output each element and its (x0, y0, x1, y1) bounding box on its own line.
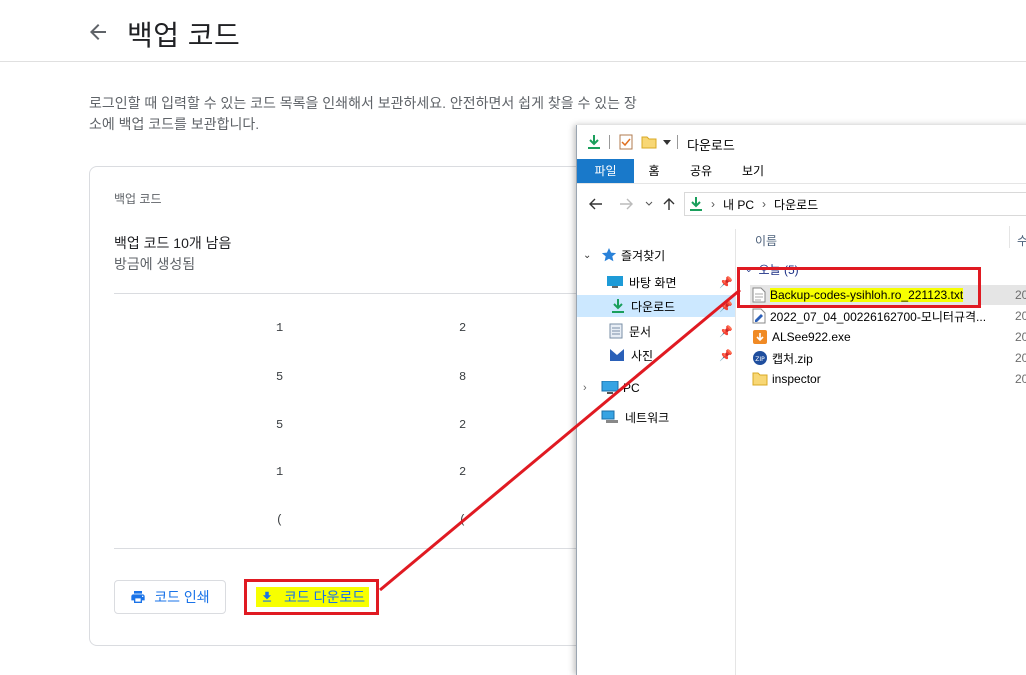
tab-share[interactable]: 공유 (681, 159, 721, 183)
breadcrumb-separator-icon: › (711, 197, 715, 211)
nav-network-label: 네트워크 (625, 410, 670, 425)
desktop-icon (607, 276, 623, 288)
file-date: 20 (1015, 351, 1026, 365)
download-icon (588, 135, 600, 149)
tab-file[interactable]: 파일 (577, 159, 634, 183)
card-label: 백업 코드 (114, 192, 162, 206)
back-arrow-icon[interactable] (86, 20, 110, 44)
file-explorer-window: 다운로드 파일 홈 공유 보기 › 내 PC › 다운로드 ⌄ 즐겨찾기 바탕 … (576, 125, 1026, 675)
nav-item-documents-label: 문서 (629, 324, 652, 339)
column-divider (1009, 226, 1010, 248)
nav-item-downloads[interactable]: 다운로드 📌 (577, 295, 735, 317)
nav-item-documents[interactable]: 문서 📌 (609, 320, 735, 342)
code-fragment: 1 (276, 465, 284, 479)
address-area: › 내 PC › 다운로드 (577, 184, 1026, 224)
file-date: 20 (1015, 309, 1026, 323)
pin-icon[interactable]: 📌 (719, 300, 733, 313)
file-row[interactable]: inspector (752, 369, 821, 389)
file-date: 20 (1015, 372, 1026, 386)
ribbon-tabs: 파일 홈 공유 보기 (577, 159, 1026, 184)
nav-item-desktop[interactable]: 바탕 화면 📌 (607, 271, 735, 293)
nav-quick-access-label: 즐겨찾기 (621, 248, 666, 263)
properties-icon[interactable] (619, 134, 633, 150)
star-icon (601, 248, 617, 262)
code-fragment: 8 (459, 370, 467, 384)
svg-text:ZIP: ZIP (755, 356, 765, 363)
chevron-down-icon[interactable] (663, 138, 671, 146)
code-fragment: 5 (276, 370, 284, 384)
file-row[interactable]: ZIP 캡처.zip (752, 348, 813, 368)
code-fragment: 2 (459, 465, 467, 479)
file-date: 20 (1015, 330, 1026, 344)
explorer-title-bar: 다운로드 (577, 125, 1026, 159)
column-header-date[interactable]: 수 (1017, 232, 1026, 249)
printer-icon (131, 591, 145, 603)
download-icon (690, 197, 702, 211)
pin-icon[interactable]: 📌 (719, 325, 733, 338)
window-title: 다운로드 (687, 138, 735, 153)
column-header-name[interactable]: 이름 (755, 232, 777, 249)
up-icon[interactable] (663, 197, 675, 211)
nav-item-downloads-label: 다운로드 (631, 299, 676, 314)
nav-this-pc-label: PC (623, 381, 640, 395)
divider (114, 548, 594, 549)
annotation-box (244, 579, 379, 615)
code-fragment: ( (459, 513, 467, 527)
recent-locations-chevron-icon[interactable] (645, 201, 653, 207)
breadcrumb-this-pc[interactable]: 내 PC (723, 196, 754, 213)
tab-home[interactable]: 홈 (639, 159, 669, 183)
pin-icon[interactable]: 📌 (719, 349, 733, 362)
tab-view[interactable]: 보기 (735, 159, 771, 183)
file-row[interactable]: ALSee922.exe (752, 327, 851, 347)
page-description: 로그인할 때 입력할 수 있는 코드 목록을 인쇄해서 보관하세요. 안전하면서… (89, 95, 637, 132)
file-name: 캡처.zip (772, 351, 813, 366)
pictures-icon (610, 349, 624, 361)
document-icon (609, 323, 623, 339)
file-name: ALSee922.exe (772, 330, 851, 344)
generated-time: 방금에 생성됨 (114, 256, 196, 272)
separator (677, 135, 678, 149)
header-divider (0, 61, 1026, 62)
nav-this-pc[interactable]: › PC (583, 377, 640, 399)
file-name: inspector (772, 372, 821, 386)
address-bar[interactable]: › 내 PC › 다운로드 (684, 192, 1026, 216)
codes-remaining: 백업 코드 10개 남음 (114, 235, 232, 251)
download-icon (612, 299, 624, 313)
separator (609, 135, 610, 149)
code-fragment: 2 (459, 321, 467, 335)
zip-icon: ZIP (753, 351, 767, 365)
print-codes-label: 코드 인쇄 (154, 589, 210, 605)
breadcrumb-downloads[interactable]: 다운로드 (774, 196, 818, 213)
nav-item-pictures[interactable]: 사진 📌 (609, 344, 735, 366)
pin-icon[interactable]: 📌 (719, 276, 733, 289)
file-row[interactable]: 2022_07_04_00226162700-모니터규격... (752, 306, 986, 326)
expand-chevron-icon[interactable]: ⌄ (583, 250, 597, 261)
annotation-box (737, 267, 981, 308)
installer-icon (753, 330, 767, 344)
code-fragment: ( (276, 513, 284, 527)
nav-network[interactable]: 네트워크 (601, 406, 669, 428)
nav-item-pictures-label: 사진 (631, 348, 654, 363)
nav-quick-access[interactable]: ⌄ 즐겨찾기 (583, 244, 665, 266)
forward-icon[interactable] (619, 198, 633, 210)
folder-icon (752, 372, 768, 386)
network-icon (601, 410, 618, 423)
navigation-pane: ⌄ 즐겨찾기 바탕 화면 📌 다운로드 📌 문서 📌 사진 📌 › PC 네트워… (577, 229, 736, 675)
code-fragment: 2 (459, 418, 467, 432)
edit-file-icon (752, 308, 766, 324)
file-date: 20 (1015, 288, 1026, 302)
back-icon[interactable] (589, 198, 603, 210)
nav-item-desktop-label: 바탕 화면 (629, 275, 677, 290)
code-fragment: 1 (276, 321, 284, 335)
file-name: 2022_07_04_00226162700-모니터규격... (770, 309, 987, 324)
print-codes-button[interactable]: 코드 인쇄 (114, 580, 226, 614)
divider (114, 293, 594, 294)
computer-icon (601, 381, 619, 394)
code-fragment: 5 (276, 418, 284, 432)
page-title: 백업 코드 (127, 20, 241, 51)
new-folder-icon[interactable] (641, 134, 657, 150)
breadcrumb-separator-icon: › (762, 197, 767, 211)
expand-chevron-icon[interactable]: › (583, 382, 597, 394)
